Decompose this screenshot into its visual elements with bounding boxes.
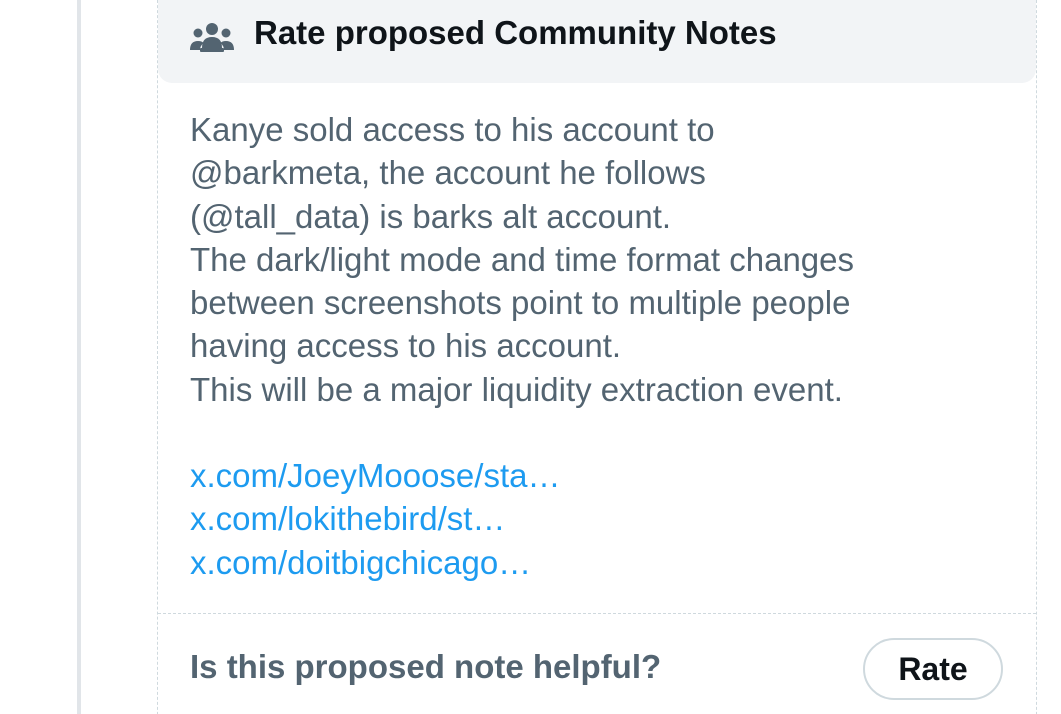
thread-rail bbox=[77, 0, 81, 714]
people-group-icon bbox=[190, 23, 234, 52]
note-text-line: having access to his account. bbox=[190, 327, 622, 365]
note-text-line: @barkmeta, the account he follows bbox=[190, 154, 706, 192]
page: Rate proposed Community Notes Kanye sold… bbox=[0, 0, 1061, 714]
helpful-question: Is this proposed note helpful? bbox=[190, 648, 662, 685]
note-text-line: between screenshots point to multiple pe… bbox=[190, 284, 851, 322]
note-body: Kanye sold access to his account to @bar… bbox=[190, 108, 1020, 584]
source-link-lokithebird[interactable]: x.com/lokithebird/st… bbox=[190, 497, 1020, 540]
note-text-line: This will be a major liquidity extractio… bbox=[190, 370, 843, 408]
note-text-line: (@tall_data) is barks alt account. bbox=[190, 197, 672, 235]
note-text-line: The dark/light mode and time format chan… bbox=[190, 240, 855, 278]
community-note-card: Rate proposed Community Notes Kanye sold… bbox=[157, 0, 1037, 714]
source-link-doitbigchicago[interactable]: x.com/doitbigchicago… bbox=[190, 541, 1020, 584]
note-text-line: Kanye sold access to his account to bbox=[190, 111, 715, 148]
rate-button[interactable]: Rate bbox=[863, 638, 1003, 700]
note-header: Rate proposed Community Notes bbox=[158, 0, 1036, 83]
source-link-joeymooose[interactable]: x.com/JoeyMooose/sta… bbox=[190, 454, 1020, 497]
footer-divider bbox=[158, 613, 1036, 614]
note-header-title: Rate proposed Community Notes bbox=[254, 14, 777, 51]
